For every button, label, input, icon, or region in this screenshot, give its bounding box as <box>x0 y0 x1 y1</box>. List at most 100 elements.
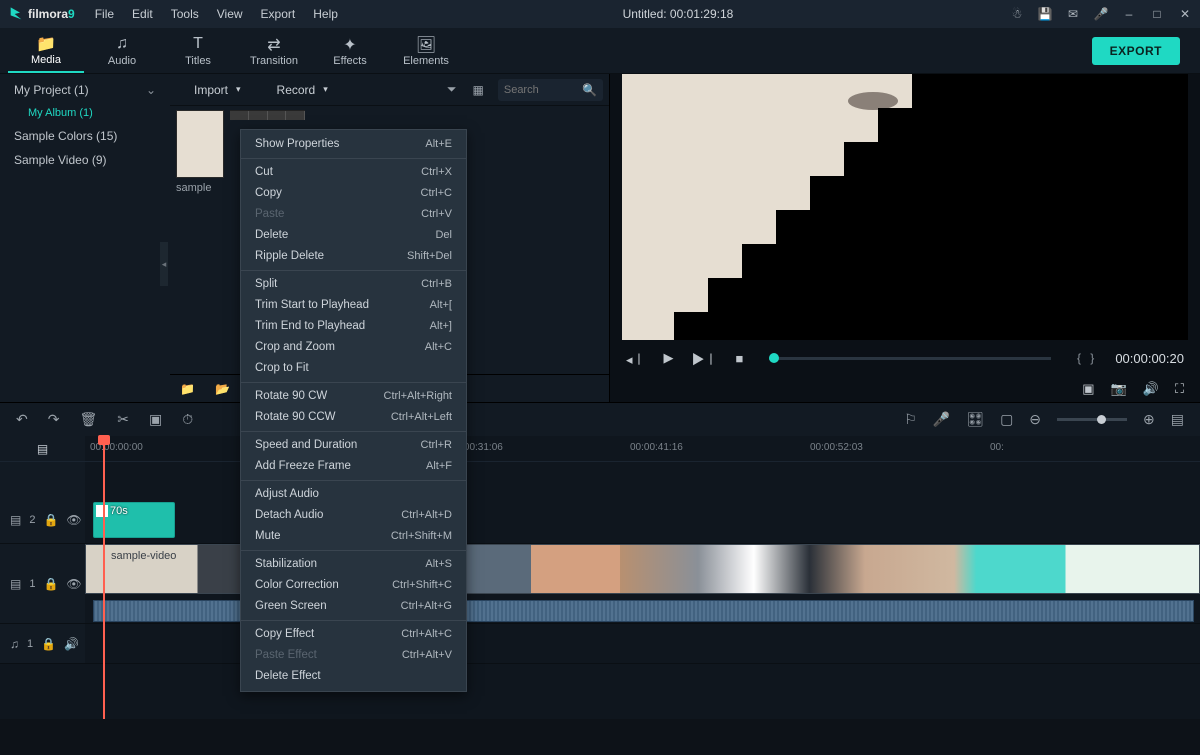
menu-file[interactable]: File <box>87 3 122 25</box>
volume-icon[interactable]: 🔊 <box>1143 381 1159 397</box>
ctx-crop-and-zoom[interactable]: Crop and ZoomAlt+C <box>241 337 466 358</box>
ctx-trim-end-to-playhead[interactable]: Trim End to PlayheadAlt+] <box>241 316 466 337</box>
ctx-crop-to-fit[interactable]: Crop to Fit <box>241 358 466 379</box>
timeline-settings-icon[interactable]: ▤ <box>1171 411 1184 428</box>
zoom-in-icon[interactable]: ⊕ <box>1143 411 1155 428</box>
record-button[interactable]: Record▾ <box>259 79 346 101</box>
ctx-delete-effect[interactable]: Delete Effect <box>241 666 466 687</box>
lock-icon[interactable]: 🔒 <box>41 637 56 651</box>
mark-brackets[interactable]: { } <box>1077 351 1097 365</box>
minimize-icon[interactable]: – <box>1122 7 1136 21</box>
tab-effects[interactable]: ✦Effects <box>312 29 388 73</box>
mail-icon[interactable]: ✉ <box>1066 7 1080 21</box>
speed-icon[interactable]: ⏱ <box>182 411 193 428</box>
ruler-tick: 00:00:00:00 <box>90 442 143 453</box>
sidebar-item[interactable]: Sample Colors (15) <box>0 124 170 148</box>
ctx-color-correction[interactable]: Color CorrectionCtrl+Shift+C <box>241 575 466 596</box>
ctx-green-screen[interactable]: Green ScreenCtrl+Alt+G <box>241 596 466 617</box>
fullscreen-icon[interactable]: ⛶ <box>1175 381 1184 397</box>
mixer-icon[interactable]: 🎛 <box>966 411 984 428</box>
tab-titles[interactable]: TTitles <box>160 29 236 73</box>
ctx-copy-effect[interactable]: Copy EffectCtrl+Alt+C <box>241 624 466 645</box>
ctx-adjust-audio[interactable]: Adjust Audio <box>241 484 466 505</box>
filter-icon[interactable]: ⏷ <box>439 82 465 97</box>
ctx-split[interactable]: SplitCtrl+B <box>241 274 466 295</box>
export-button[interactable]: EXPORT <box>1092 37 1180 65</box>
audio-track-1-head[interactable]: ♫ 1 🔒 🔊 <box>0 624 85 663</box>
ctx-trim-start-to-playhead[interactable]: Trim Start to PlayheadAlt+[ <box>241 295 466 316</box>
clip-70s[interactable]: 70s <box>93 502 175 538</box>
close-icon[interactable]: ✕ <box>1178 7 1192 21</box>
ruler-head[interactable]: ▤ <box>0 436 85 461</box>
zoom-slider[interactable] <box>1057 418 1127 421</box>
menu-help[interactable]: Help <box>305 3 346 25</box>
save-icon[interactable]: 💾 <box>1038 7 1052 21</box>
music-icon: ♫ <box>116 35 128 53</box>
snapshot-icon[interactable]: 📷 <box>1111 381 1127 397</box>
tab-transition[interactable]: ⇄Transition <box>236 29 312 73</box>
ctx-add-freeze-frame[interactable]: Add Freeze FrameAlt+F <box>241 456 466 477</box>
lock-icon[interactable]: 🔒 <box>43 513 58 527</box>
ctx-copy[interactable]: CopyCtrl+C <box>241 183 466 204</box>
user-icon[interactable]: ☃ <box>1010 7 1024 21</box>
search-icon[interactable]: 🔍 <box>582 83 597 97</box>
mic-icon[interactable]: 🎤 <box>1094 7 1108 21</box>
text-icon: T <box>193 35 203 53</box>
ctx-separator <box>241 480 466 481</box>
folder-out-icon[interactable]: 📂 <box>215 382 230 396</box>
voiceover-icon[interactable]: 🎤 <box>933 411 950 428</box>
stop-button[interactable]: ■ <box>736 351 744 366</box>
sidebar-item[interactable]: My Project (1)⌄ <box>0 78 170 102</box>
collapse-handle[interactable]: ◂ <box>160 242 168 286</box>
overlay-track-2-head[interactable]: ▤ 2 🔒 👁 <box>0 496 85 543</box>
ctx-detach-audio[interactable]: Detach AudioCtrl+Alt+D <box>241 505 466 526</box>
maximize-icon[interactable]: □ <box>1150 7 1164 21</box>
swap-icon: ⇄ <box>267 35 280 53</box>
tab-audio[interactable]: ♫Audio <box>84 29 160 73</box>
menu-edit[interactable]: Edit <box>124 3 161 25</box>
ctx-rotate-90-cw[interactable]: Rotate 90 CWCtrl+Alt+Right <box>241 386 466 407</box>
menu-view[interactable]: View <box>209 3 251 25</box>
play-button[interactable]: ▶ <box>664 350 674 366</box>
lock-icon[interactable]: 🔒 <box>43 577 58 591</box>
eye-icon[interactable]: 👁 <box>66 513 81 527</box>
new-folder-icon[interactable]: 📁 <box>180 382 195 396</box>
tab-elements[interactable]: 🖼Elements <box>388 29 464 73</box>
grid-view-icon[interactable]: ▦ <box>465 83 492 97</box>
eye-icon[interactable]: 👁 <box>66 577 81 591</box>
manage-tracks-icon[interactable]: ▤ <box>37 442 48 456</box>
sidebar-item[interactable]: Sample Video (9) <box>0 148 170 172</box>
menu-bar: FileEditToolsViewExportHelp <box>87 3 346 25</box>
undo-icon[interactable]: ↶ <box>16 411 28 428</box>
redo-icon[interactable]: ↷ <box>48 411 60 428</box>
crop-icon[interactable]: ▣ <box>149 411 162 428</box>
render-icon[interactable]: ▢ <box>1000 411 1013 428</box>
ctx-mute[interactable]: MuteCtrl+Shift+M <box>241 526 466 547</box>
search-input[interactable] <box>504 84 582 96</box>
menu-export[interactable]: Export <box>253 3 304 25</box>
next-frame-button[interactable]: ▶〡 <box>692 349 718 368</box>
split-icon[interactable]: ✂ <box>117 411 129 428</box>
ctx-speed-and-duration[interactable]: Speed and DurationCtrl+R <box>241 435 466 456</box>
ctx-ripple-delete[interactable]: Ripple DeleteShift+Del <box>241 246 466 267</box>
import-button[interactable]: Import▾ <box>176 79 259 101</box>
speaker-icon[interactable]: 🔊 <box>64 637 79 651</box>
marker-icon[interactable]: ⚐ <box>904 411 917 428</box>
menu-tools[interactable]: Tools <box>163 3 207 25</box>
delete-icon[interactable]: 🗑 <box>79 411 97 428</box>
ctx-cut[interactable]: CutCtrl+X <box>241 162 466 183</box>
ctx-stabilization[interactable]: StabilizationAlt+S <box>241 554 466 575</box>
ctx-show-properties[interactable]: Show PropertiesAlt+E <box>241 134 466 155</box>
ctx-delete[interactable]: DeleteDel <box>241 225 466 246</box>
video-track-1-head[interactable]: ▤ 1 🔒 👁 <box>0 544 85 623</box>
ctx-rotate-90-ccw[interactable]: Rotate 90 CCWCtrl+Alt+Left <box>241 407 466 428</box>
sidebar-item[interactable]: My Album (1) <box>0 102 170 124</box>
preview-scrubber[interactable] <box>769 357 1051 360</box>
screen-icon[interactable]: ▣ <box>1082 381 1094 397</box>
tab-media[interactable]: 📁Media <box>8 29 84 73</box>
prev-frame-button[interactable]: ◂〡 <box>626 349 646 368</box>
zoom-out-icon[interactable]: ⊖ <box>1029 411 1041 428</box>
media-thumbnail[interactable] <box>230 110 305 120</box>
media-thumbnail[interactable]: sample <box>176 110 224 194</box>
search-box[interactable]: 🔍 <box>498 79 603 101</box>
